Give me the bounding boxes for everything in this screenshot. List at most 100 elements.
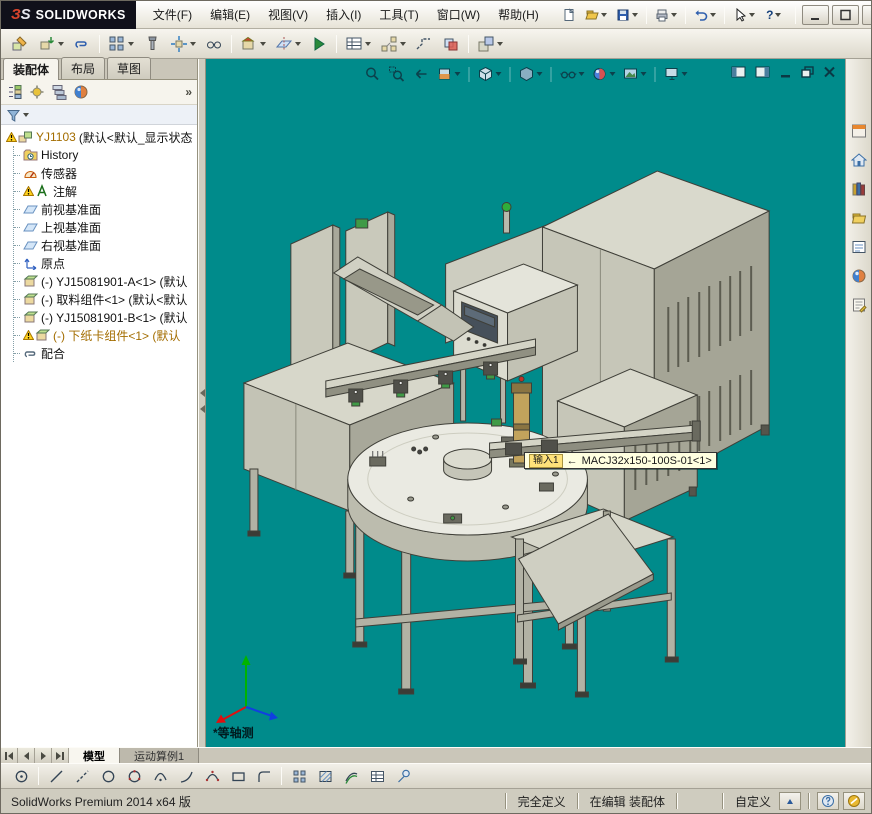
custom-properties-icon[interactable]: [849, 295, 869, 315]
menu-tools[interactable]: 工具(T): [370, 0, 427, 29]
menu-file[interactable]: 文件(F): [144, 0, 201, 29]
expand-toolbar-button[interactable]: [779, 792, 801, 810]
file-explorer-icon[interactable]: [849, 208, 869, 228]
dropdown-caret[interactable]: [365, 42, 371, 46]
large-assembly-mode-button[interactable]: [473, 31, 507, 57]
splitter-collapse-arrow[interactable]: [200, 389, 205, 397]
view-palette-icon[interactable]: [849, 237, 869, 257]
tree-item-top-plane[interactable]: 上视基准面: [14, 218, 197, 236]
dropdown-caret[interactable]: [495, 72, 501, 76]
tab-motion-study-1[interactable]: 运动算例1: [120, 748, 199, 763]
crosshatch-tool[interactable]: [313, 765, 337, 787]
centerpoint-arc-tool[interactable]: [148, 765, 172, 787]
smart-fasteners-button[interactable]: [139, 31, 165, 57]
maximize-button[interactable]: [832, 5, 859, 25]
restore-document-button[interactable]: [801, 66, 814, 78]
tree-item-history[interactable]: History: [14, 146, 197, 164]
tab-model[interactable]: 模型: [69, 748, 120, 763]
display-style-button[interactable]: [516, 64, 544, 84]
next-tab-button[interactable]: [35, 748, 52, 763]
tree-item-root-assembly[interactable]: YJ1103 (默认<默认_显示状态: [6, 128, 197, 146]
tab-layout[interactable]: 布局: [61, 57, 105, 79]
bill-of-materials-button[interactable]: [341, 31, 375, 57]
circle-tool[interactable]: [96, 765, 120, 787]
panel-splitter[interactable]: [198, 59, 206, 747]
table-tool[interactable]: [365, 765, 389, 787]
view-settings-button[interactable]: [661, 64, 689, 84]
line-tool[interactable]: [44, 765, 68, 787]
dropdown-caret[interactable]: [190, 42, 196, 46]
tree-item-mates[interactable]: 配合: [14, 344, 197, 362]
previous-view-button[interactable]: [410, 64, 431, 84]
undo-dropdown-caret[interactable]: [710, 13, 716, 17]
dropdown-caret[interactable]: [128, 42, 134, 46]
move-component-button[interactable]: [166, 31, 200, 57]
linear-sketch-pattern-tool[interactable]: [287, 765, 311, 787]
centerpoint-circle-tool[interactable]: [9, 765, 33, 787]
linear-component-pattern-button[interactable]: [104, 31, 138, 57]
zoom-to-area-button[interactable]: [386, 64, 407, 84]
menu-insert[interactable]: 插入(I): [317, 0, 370, 29]
mate-button[interactable]: [69, 31, 95, 57]
apply-scene-button[interactable]: [620, 64, 648, 84]
assembly-features-button[interactable]: [236, 31, 270, 57]
pane-left-icon[interactable]: [731, 66, 746, 78]
appearances-scenes-icon[interactable]: [849, 266, 869, 286]
performance-icon[interactable]: [843, 792, 865, 810]
three-point-arc-tool[interactable]: [200, 765, 224, 787]
graphics-viewport[interactable]: 输入1 ← MACJ32x150-100S-01<1> *等轴测: [206, 59, 845, 747]
help-dropdown-caret[interactable]: [775, 13, 781, 17]
close-document-button[interactable]: [823, 66, 836, 78]
dropdown-caret[interactable]: [640, 72, 646, 76]
dropdown-caret[interactable]: [58, 42, 64, 46]
reference-geometry-button[interactable]: [271, 31, 305, 57]
status-custom-label[interactable]: 自定义: [729, 793, 777, 810]
filter-dropdown-caret[interactable]: [23, 113, 29, 117]
dropdown-caret[interactable]: [454, 72, 460, 76]
tree-item-right-plane[interactable]: 右视基准面: [14, 236, 197, 254]
menu-window[interactable]: 窗口(W): [428, 0, 489, 29]
machine-3d-view[interactable]: [206, 59, 845, 747]
dropdown-caret[interactable]: [260, 42, 266, 46]
insert-components-button[interactable]: [34, 31, 68, 57]
design-library-icon[interactable]: [849, 179, 869, 199]
menu-help[interactable]: 帮助(H): [489, 0, 548, 29]
splitter-collapse-arrow[interactable]: [200, 405, 205, 413]
edit-component-button[interactable]: [7, 31, 33, 57]
quick-tip-icon[interactable]: [817, 792, 839, 810]
new-motion-study-button[interactable]: [306, 31, 332, 57]
configurationmanager-icon[interactable]: [50, 83, 68, 101]
dropdown-caret[interactable]: [536, 72, 542, 76]
dropdown-caret[interactable]: [497, 42, 503, 46]
perimeter-circle-tool[interactable]: [122, 765, 146, 787]
tree-item-origin[interactable]: 原点: [14, 254, 197, 272]
tree-item-sensors[interactable]: 传感器: [14, 164, 197, 182]
tree-item-component-a[interactable]: (-) YJ15081901-A<1> (默认: [14, 272, 197, 290]
propertymanager-icon[interactable]: [28, 83, 46, 101]
component-callout[interactable]: 输入1 ← MACJ32x150-100S-01<1>: [524, 452, 717, 469]
tree-item-component-b[interactable]: (-) YJ15081901-B<1> (默认: [14, 308, 197, 326]
dropdown-caret[interactable]: [295, 42, 301, 46]
tree-item-front-plane[interactable]: 前视基准面: [14, 200, 197, 218]
open-button[interactable]: [581, 4, 611, 26]
close-button[interactable]: [862, 5, 872, 25]
pane-right-icon[interactable]: [755, 66, 770, 78]
hide-show-items-button[interactable]: [557, 64, 586, 84]
corner-rectangle-tool[interactable]: [226, 765, 250, 787]
save-dropdown-caret[interactable]: [632, 13, 638, 17]
tree-item-annotations[interactable]: 注解: [14, 182, 197, 200]
previous-tab-button[interactable]: [18, 748, 35, 763]
panel-overflow-chevron[interactable]: »: [185, 85, 192, 99]
exploded-view-button[interactable]: [376, 31, 410, 57]
tree-item-component-pickup[interactable]: (-) 取料组件<1> (默认<默认: [14, 290, 197, 308]
menu-view[interactable]: 视图(V): [259, 0, 317, 29]
view-orientation-button[interactable]: [475, 64, 503, 84]
minimize-button[interactable]: [802, 5, 829, 25]
filter-funnel-icon[interactable]: [6, 108, 20, 122]
sketch-fillet-tool[interactable]: [252, 765, 276, 787]
tab-assembly[interactable]: 装配体: [3, 58, 59, 80]
tangent-arc-tool[interactable]: [174, 765, 198, 787]
menu-edit[interactable]: 编辑(E): [201, 0, 259, 29]
edit-appearance-button[interactable]: [589, 64, 617, 84]
tree-item-component-cardfeeder[interactable]: (-) 下纸卡组件<1> (默认: [14, 326, 197, 344]
